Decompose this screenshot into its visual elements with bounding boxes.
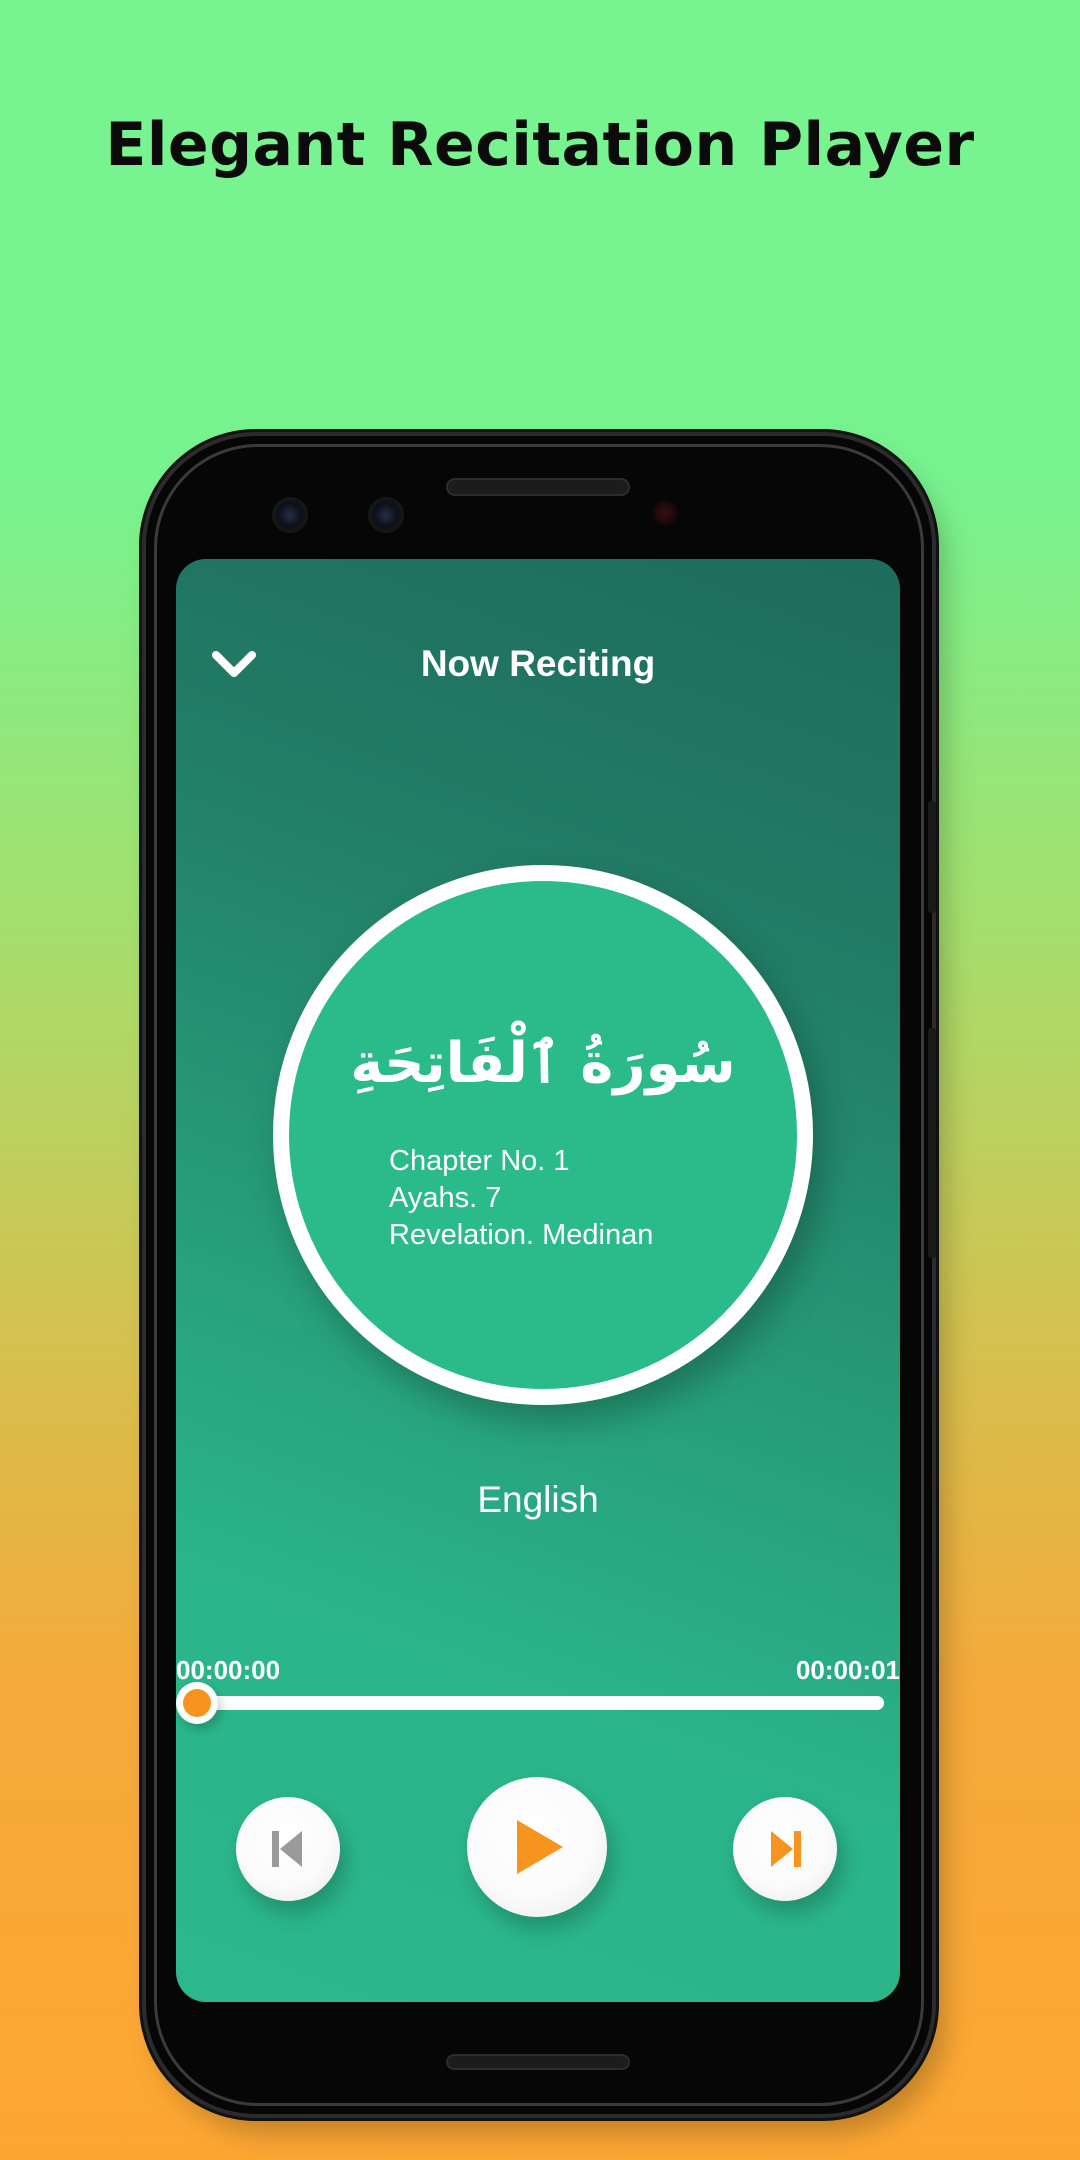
total-time: 00:00:01 <box>795 1655 900 1685</box>
progress-track[interactable] <box>190 1696 884 1710</box>
surah-info: Chapter No. 1 Ayahs. 7 Revelation. Medin… <box>389 1143 653 1254</box>
phone-bottom-speaker <box>446 2054 630 2070</box>
phone-power-button <box>928 801 936 913</box>
skip-previous-icon <box>272 1831 302 1867</box>
language-selector[interactable]: English <box>176 1479 900 1521</box>
surah-chapter: Chapter No. 1 <box>389 1145 570 1177</box>
player-title: Now Reciting <box>420 643 656 684</box>
play-button[interactable] <box>467 1777 607 1917</box>
surah-ayahs: Ayahs. 7 <box>389 1182 502 1214</box>
front-camera-icon <box>272 497 308 533</box>
surah-revelation: Revelation. Medinan <box>389 1219 654 1251</box>
elapsed-time: 00:00:00 <box>176 1655 281 1685</box>
skip-next-icon <box>771 1831 801 1867</box>
surah-disc: سُورَةُ ٱلْفَاتِحَةِ Chapter No. 1 Ayahs… <box>273 865 813 1405</box>
phone-earpiece <box>446 478 630 496</box>
progress-thumb[interactable] <box>176 1682 218 1724</box>
progress-thumb-dot <box>183 1689 211 1717</box>
proximity-sensor-icon <box>652 500 678 526</box>
front-camera-secondary-icon <box>368 497 404 533</box>
previous-button[interactable] <box>236 1797 340 1901</box>
promo-headline: Elegant Recitation Player <box>105 110 975 180</box>
play-icon <box>517 1820 563 1874</box>
next-button[interactable] <box>733 1797 837 1901</box>
player-screen: Now Reciting سُورَةُ ٱلْفَاتِحَةِ Chapte… <box>176 559 900 2002</box>
surah-arabic-name: سُورَةُ ٱلْفَاتِحَةِ <box>350 1031 736 1096</box>
phone-volume-button <box>928 1028 936 1258</box>
